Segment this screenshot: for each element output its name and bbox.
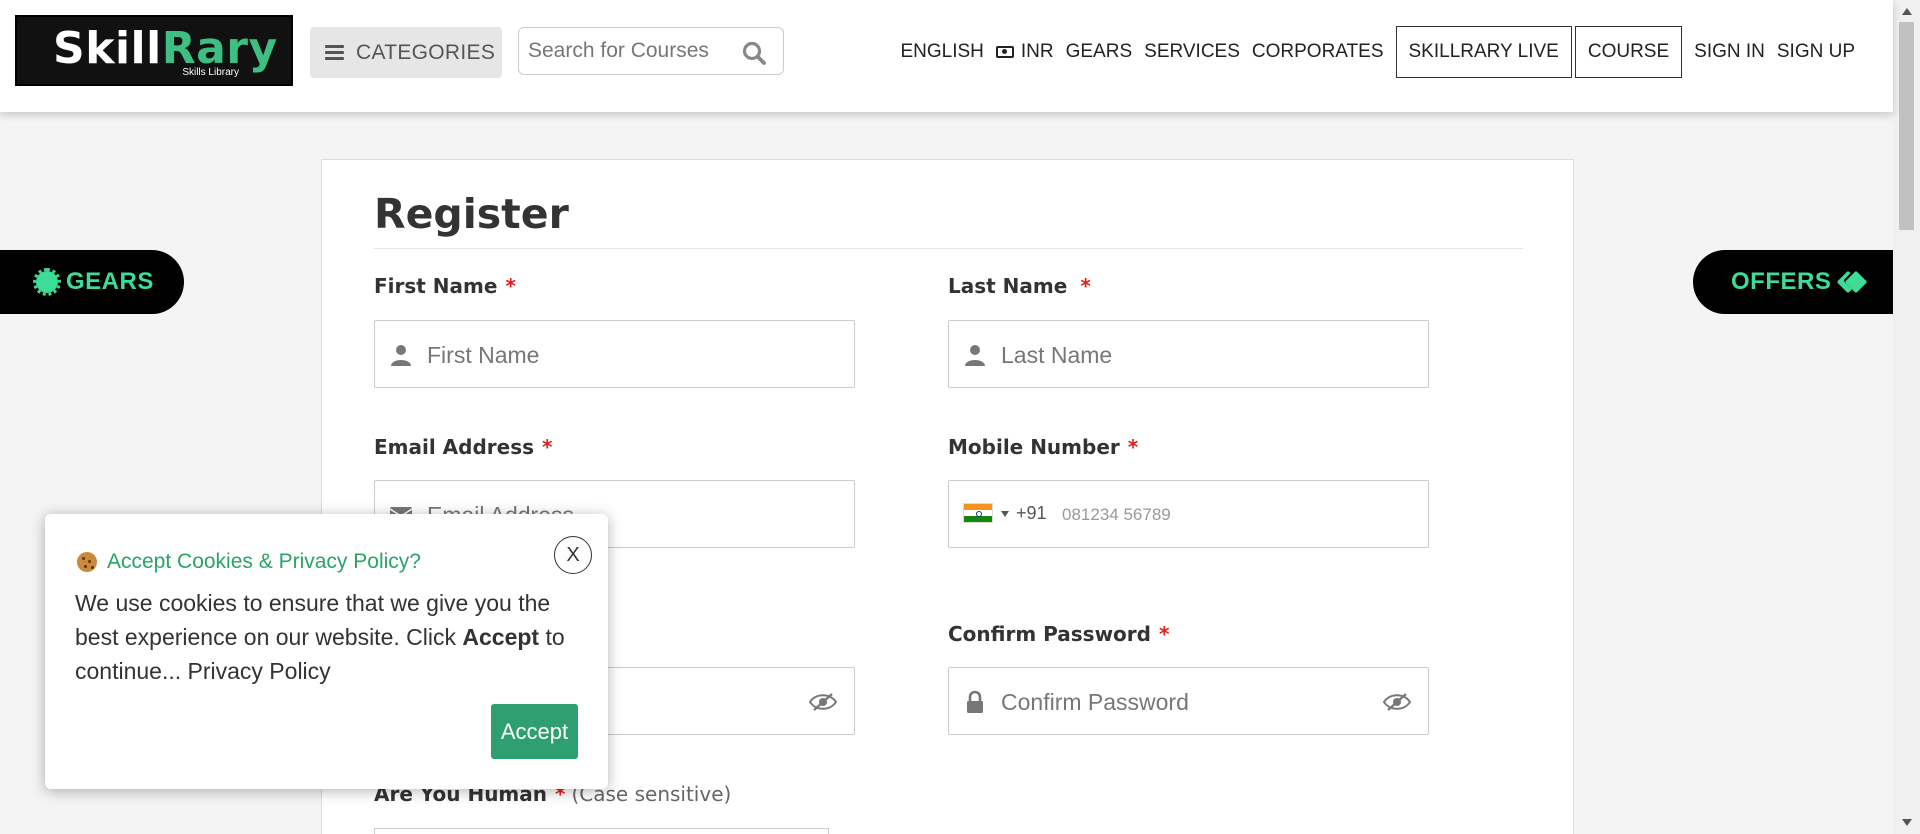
eye-slash-icon[interactable] [808, 692, 838, 712]
first-name-label-text: First Name [374, 274, 498, 298]
offers-side-tab[interactable]: OFFERS [1693, 250, 1893, 314]
nav-services[interactable]: SERVICES [1144, 41, 1240, 63]
categories-label: CATEGORIES [356, 40, 496, 64]
required-marker: * [1080, 274, 1091, 298]
confirm-password-input[interactable] [1001, 686, 1361, 718]
first-name-label: First Name * [374, 274, 516, 298]
scroll-up-arrow-icon[interactable] [1902, 8, 1912, 15]
cookie-consent-popup: Accept Cookies & Privacy Policy? X We us… [45, 514, 608, 789]
tags-icon [1837, 270, 1868, 294]
categories-button[interactable]: CATEGORIES [310, 27, 502, 78]
confirm-password-label: Confirm Password * [948, 622, 1169, 646]
required-marker: * [1158, 622, 1170, 646]
user-icon [965, 345, 985, 366]
nav-skillrary-live[interactable]: SKILLRARY LIVE [1395, 26, 1572, 78]
dial-code: +91 [1016, 503, 1047, 523]
cookie-close-button[interactable]: X [554, 536, 592, 574]
cookie-popup-title: Accept Cookies & Privacy Policy? [77, 550, 421, 574]
cookie-body-bold: Accept [462, 624, 540, 650]
nav-course[interactable]: COURSE [1574, 26, 1683, 78]
lock-icon [967, 690, 983, 713]
required-marker: * [1127, 435, 1139, 459]
hamburger-icon [325, 45, 344, 60]
cookie-popup-body: We use cookies to ensure that we give yo… [75, 586, 575, 688]
confirm-password-label-text: Confirm Password [948, 622, 1151, 646]
email-label-text: Email Address [374, 435, 535, 459]
search-icon[interactable] [741, 40, 767, 66]
mobile-label-text: Mobile Number [948, 435, 1120, 459]
first-name-input[interactable] [427, 339, 787, 371]
required-marker: * [542, 435, 553, 459]
gear-icon [33, 268, 61, 296]
nav-corporates[interactable]: CORPORATES [1252, 41, 1384, 63]
logo-brand-skill: Skill [53, 23, 162, 74]
title-divider [374, 248, 1523, 249]
top-nav: ENGLISH INR GEARS SERVICES CORPORATES SK… [888, 25, 1855, 79]
scroll-thumb[interactable] [1899, 22, 1914, 230]
eye-slash-icon[interactable] [1382, 692, 1412, 712]
search-input[interactable] [528, 36, 728, 66]
country-dropdown-caret-icon[interactable] [1001, 511, 1009, 517]
page-title: Register [374, 190, 569, 238]
skillrary-logo[interactable]: SkillRary Skills Library [15, 15, 293, 86]
last-name-input[interactable] [1001, 339, 1361, 371]
cookie-accept-button[interactable]: Accept [491, 704, 578, 759]
email-label: Email Address * [374, 435, 553, 459]
captcha-box [374, 828, 829, 834]
mobile-label: Mobile Number * [948, 435, 1138, 459]
first-name-field [374, 320, 855, 388]
nav-currency-label: INR [1020, 41, 1054, 62]
logo-tagline: Skills Library [182, 67, 239, 78]
required-marker: * [505, 274, 516, 298]
gears-side-tab[interactable]: GEARS [0, 250, 184, 314]
nav-sign-in[interactable]: SIGN IN [1694, 41, 1765, 63]
last-name-label-text: Last Name [948, 274, 1068, 298]
cookie-popup-title-text: Accept Cookies & Privacy Policy? [107, 550, 421, 573]
nav-currency[interactable]: INR [995, 41, 1054, 63]
gears-tab-label: GEARS [66, 268, 154, 295]
site-header: SkillRary Skills Library CATEGORIES ENGL… [0, 0, 1893, 112]
search-box [518, 27, 784, 75]
nav-language[interactable]: ENGLISH [900, 41, 983, 63]
mobile-field: +91 [948, 480, 1429, 548]
india-flag-icon[interactable] [963, 503, 993, 523]
nav-gears[interactable]: GEARS [1066, 41, 1133, 63]
money-icon [995, 46, 1014, 58]
user-icon [391, 345, 411, 366]
logo-brand: SkillRary [53, 23, 278, 74]
last-name-field [948, 320, 1429, 388]
cookie-icon [77, 552, 97, 572]
confirm-password-field [948, 667, 1429, 735]
last-name-label: Last Name * [948, 274, 1091, 298]
offers-tab-label: OFFERS [1731, 268, 1832, 295]
page-scrollbar[interactable] [1893, 0, 1920, 834]
mobile-input[interactable] [1062, 499, 1422, 531]
scroll-down-arrow-icon[interactable] [1902, 819, 1912, 826]
nav-sign-up[interactable]: SIGN UP [1777, 41, 1855, 63]
